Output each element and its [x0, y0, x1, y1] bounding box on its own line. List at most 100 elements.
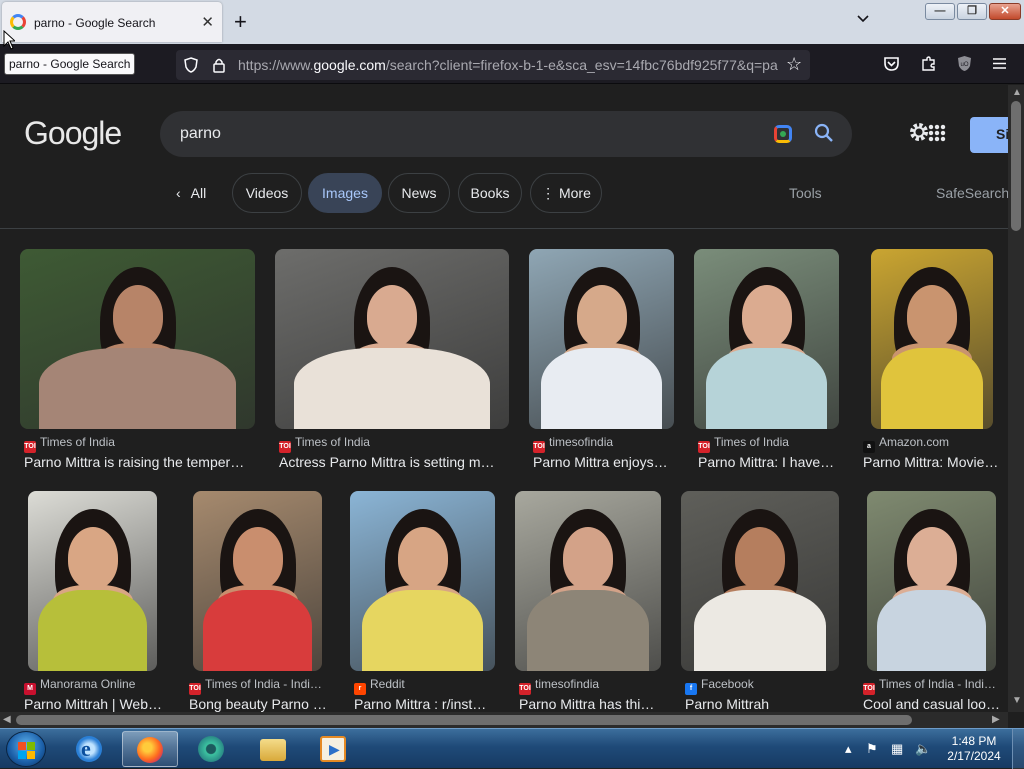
browser-app-icon: [198, 736, 224, 762]
result-thumbnail[interactable]: [515, 491, 661, 671]
menu-hamburger-icon[interactable]: [992, 57, 1007, 70]
search-query[interactable]: parno: [180, 125, 221, 143]
horizontal-scrollbar[interactable]: ◀ ▶: [0, 712, 1008, 728]
tab-close-icon[interactable]: ✕: [201, 13, 214, 31]
result-source[interactable]: TOI Times of India - Indi…: [863, 677, 996, 695]
result-title[interactable]: Parno Mittra has thi…: [519, 696, 657, 712]
scroll-down-icon[interactable]: ▼: [1012, 695, 1022, 706]
chip-videos[interactable]: Videos: [232, 173, 302, 213]
tracking-protection-shield-icon[interactable]: [184, 57, 198, 73]
result-source-name: Times of India: [40, 435, 115, 449]
result-source[interactable]: TOI Times of India: [24, 435, 115, 453]
chip-news[interactable]: News: [388, 173, 450, 213]
result-source[interactable]: TOI timesofindia: [533, 435, 613, 453]
start-button[interactable]: [6, 731, 46, 767]
restore-button[interactable]: ❐: [957, 3, 987, 20]
result-source[interactable]: r Reddit: [354, 677, 405, 695]
google-lens-icon[interactable]: [774, 125, 792, 143]
tab-title: parno - Google Search: [34, 16, 156, 30]
result-title[interactable]: Parno Mittra: Movie…: [863, 454, 1003, 470]
toi-favicon-icon: TOI: [189, 683, 201, 695]
lock-icon[interactable]: [212, 57, 226, 73]
scroll-up-icon[interactable]: ▲: [1012, 87, 1022, 98]
result-title[interactable]: Parno Mittrah | Web…: [24, 696, 162, 712]
taskbar-media-player[interactable]: ▶: [306, 731, 362, 767]
chip-books[interactable]: Books: [458, 173, 522, 213]
ublock-origin-icon[interactable]: uO: [957, 55, 972, 72]
vertical-scroll-thumb[interactable]: [1011, 101, 1021, 231]
show-desktop-button[interactable]: [1012, 729, 1024, 769]
result-title[interactable]: Parno Mittra: I have…: [698, 454, 838, 470]
tools-button[interactable]: Tools: [789, 185, 822, 201]
result-source[interactable]: TOI Times of India - Indi…: [189, 677, 322, 695]
result-thumbnail[interactable]: [529, 249, 674, 429]
result-thumbnail[interactable]: [871, 249, 993, 429]
result-title[interactable]: Bong beauty Parno …: [189, 696, 327, 712]
media-player-icon: ▶: [320, 736, 346, 762]
result-source[interactable]: TOI Times of India: [698, 435, 789, 453]
scroll-right-icon[interactable]: ▶: [992, 714, 1000, 725]
taskbar-file-explorer[interactable]: [246, 731, 302, 767]
chevron-left-icon: ‹: [176, 185, 181, 201]
new-tab-icon[interactable]: +: [234, 9, 247, 35]
result-thumbnail[interactable]: [28, 491, 157, 671]
safesearch-button[interactable]: SafeSearch: [936, 185, 1008, 201]
minimize-button[interactable]: —: [925, 3, 955, 20]
result-thumbnail[interactable]: [275, 249, 509, 429]
toi-favicon-icon: TOI: [24, 441, 36, 453]
google-apps-grid-icon[interactable]: [928, 124, 946, 142]
bookmark-star-icon[interactable]: ☆: [786, 54, 802, 75]
toi-favicon-icon: TOI: [863, 683, 875, 695]
result-thumbnail[interactable]: [193, 491, 322, 671]
system-clock[interactable]: 1:48 PM 2/17/2024: [942, 734, 1006, 764]
result-title[interactable]: Actress Parno Mittra is setting m…: [279, 454, 505, 470]
show-hidden-icons-icon[interactable]: ▴: [845, 741, 852, 757]
taskbar-chromium-app[interactable]: [184, 731, 240, 767]
result-source[interactable]: M Manorama Online: [24, 677, 135, 695]
result-source-name: Times of India - Indi…: [879, 677, 996, 691]
result-title[interactable]: Parno Mittra : r/inst…: [354, 696, 492, 712]
result-title[interactable]: Parno Mittrah: [685, 696, 823, 712]
result-title[interactable]: Parno Mittra is raising the temperature…: [24, 454, 250, 470]
all-results-link[interactable]: ‹ All: [176, 185, 206, 201]
chip-more[interactable]: ⋮ More: [530, 173, 602, 213]
close-window-button[interactable]: ✕: [989, 3, 1021, 20]
result-source[interactable]: f Facebook: [685, 677, 754, 695]
result-thumbnail[interactable]: [350, 491, 495, 671]
search-box[interactable]: parno: [160, 111, 852, 157]
network-icon[interactable]: ▦: [891, 741, 903, 757]
pocket-icon[interactable]: [883, 56, 900, 72]
volume-muted-icon[interactable]: 🔈: [915, 741, 931, 757]
result-title[interactable]: Cool and casual loo…: [863, 696, 1003, 712]
scroll-left-icon[interactable]: ◀: [3, 714, 11, 725]
taskbar-firefox[interactable]: [122, 731, 178, 767]
result-thumbnail[interactable]: [694, 249, 839, 429]
result-thumbnail[interactable]: [867, 491, 996, 671]
browser-tab[interactable]: parno - Google Search ✕: [2, 2, 222, 42]
result-source-name: timesofindia: [549, 435, 614, 449]
result-source[interactable]: TOI timesofindia: [519, 677, 599, 695]
result-thumbnail[interactable]: [20, 249, 255, 429]
search-icon[interactable]: [814, 123, 834, 143]
action-center-flag-icon[interactable]: ⚑: [866, 741, 878, 757]
vertical-scrollbar[interactable]: ▲ ▼: [1008, 85, 1024, 712]
chip-images[interactable]: Images: [308, 173, 382, 213]
result-source[interactable]: TOI Times of India: [279, 435, 370, 453]
sign-in-button[interactable]: Si: [970, 117, 1008, 153]
horizontal-scroll-thumb[interactable]: [16, 715, 912, 725]
result-source-name: timesofindia: [535, 677, 600, 691]
result-source[interactable]: a Amazon.com: [863, 435, 949, 453]
address-bar[interactable]: https://www.google.com/search?client=fir…: [176, 50, 810, 80]
settings-gear-icon[interactable]: [908, 121, 930, 143]
result-thumbnail[interactable]: [681, 491, 839, 671]
list-all-tabs-icon[interactable]: [856, 12, 870, 26]
result-source-name: Times of India: [295, 435, 370, 449]
google-logo[interactable]: Google: [24, 115, 122, 152]
result-title[interactable]: Parno Mittra enjoys…: [533, 454, 673, 470]
manorama-favicon-icon: M: [24, 683, 36, 695]
firefox-icon: [137, 737, 163, 763]
extensions-icon[interactable]: [920, 55, 937, 72]
url-text[interactable]: https://www.google.com/search?client=fir…: [238, 57, 778, 73]
taskbar-internet-explorer[interactable]: e: [62, 731, 118, 767]
toi-favicon-icon: TOI: [533, 441, 545, 453]
